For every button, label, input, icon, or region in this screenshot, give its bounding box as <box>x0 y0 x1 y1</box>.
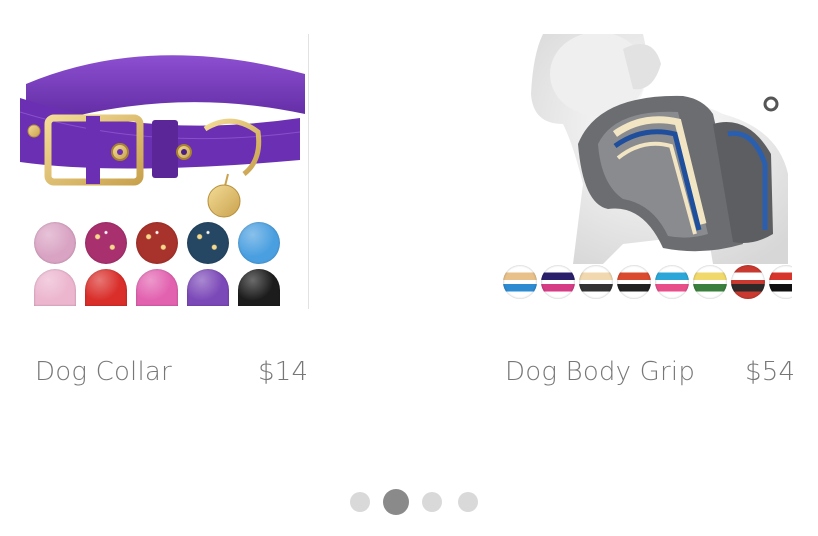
product-name[interactable]: Dog Collar <box>35 356 172 388</box>
dog-body-grip-image[interactable] <box>503 34 792 304</box>
pattern-swatch[interactable] <box>693 265 727 299</box>
pattern-swatch[interactable] <box>655 265 689 299</box>
color-swatch[interactable] <box>187 269 229 306</box>
pattern-swatch[interactable] <box>617 265 651 299</box>
product-name[interactable]: Dog Body Grip <box>505 356 695 388</box>
collar-color-swatches <box>34 222 284 306</box>
pattern-swatch[interactable] <box>731 265 765 299</box>
dog-collar-image[interactable] <box>0 34 309 309</box>
pagination-dot[interactable] <box>422 492 442 512</box>
color-swatch[interactable] <box>34 269 76 306</box>
color-swatch[interactable] <box>238 222 280 264</box>
harness-pattern-swatches <box>503 265 792 303</box>
pagination-dot-active[interactable] <box>383 489 409 515</box>
product-price: $54 <box>745 357 796 387</box>
product-price: $14 <box>258 357 309 387</box>
color-swatch[interactable] <box>85 222 127 264</box>
pattern-swatch[interactable] <box>503 265 537 299</box>
pattern-swatch[interactable] <box>769 265 792 299</box>
color-swatch[interactable] <box>136 269 178 306</box>
pattern-swatch[interactable] <box>579 265 613 299</box>
product-carousel: Dog Collar $14 Dog Body Grip $54 <box>0 0 818 536</box>
color-swatch[interactable] <box>34 222 76 264</box>
pattern-swatch[interactable] <box>541 265 575 299</box>
color-swatch[interactable] <box>187 222 229 264</box>
carousel-pagination <box>350 488 478 516</box>
color-swatch[interactable] <box>85 269 127 306</box>
pagination-dot[interactable] <box>458 492 478 512</box>
color-swatch[interactable] <box>136 222 178 264</box>
color-swatch[interactable] <box>238 269 280 306</box>
pagination-dot[interactable] <box>350 492 370 512</box>
harness-picture <box>531 34 788 264</box>
